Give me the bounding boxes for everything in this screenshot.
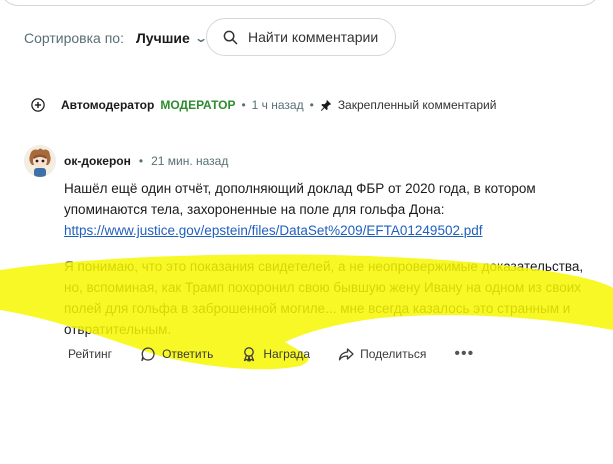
pin-icon bbox=[320, 99, 332, 111]
share-button[interactable]: Поделиться bbox=[338, 346, 426, 362]
avatar[interactable] bbox=[24, 145, 56, 177]
search-placeholder: Найти комментарии bbox=[248, 29, 379, 45]
comment-author[interactable]: ок-докерон bbox=[64, 154, 131, 168]
sort-control[interactable]: Сортировка по: Лучшие ⌄ bbox=[24, 20, 208, 56]
reply-label: Ответить bbox=[162, 347, 214, 361]
comment-header: ок-докерон • 21 мин. назад bbox=[24, 145, 228, 177]
award-label: Награда bbox=[263, 347, 311, 361]
share-icon bbox=[338, 348, 354, 361]
comment-time: 21 мин. назад bbox=[151, 154, 229, 168]
comment-actions: Рейтинг Ответить Награда Поделиться ••• bbox=[62, 342, 474, 366]
previous-container-edge bbox=[0, 0, 600, 6]
pinned-label: Закрепленный комментарий bbox=[337, 98, 497, 112]
comment-paragraph: Нашёл ещё один отчёт, дополняющий доклад… bbox=[64, 178, 604, 241]
expand-icon[interactable] bbox=[31, 98, 45, 112]
share-label: Поделиться bbox=[360, 347, 427, 361]
separator-dot: • bbox=[309, 98, 314, 112]
rating-control: Рейтинг bbox=[62, 347, 118, 361]
comment-icon bbox=[141, 347, 155, 362]
separator-dot: • bbox=[241, 98, 246, 112]
sort-value: Лучшие bbox=[135, 30, 190, 46]
pinned-comment-header: Автомодератор МОДЕРАТОР • 1 ч назад • За… bbox=[31, 95, 496, 115]
reply-button[interactable]: Ответить bbox=[140, 346, 213, 362]
award-icon bbox=[244, 347, 255, 362]
more-options-icon[interactable]: ••• bbox=[454, 345, 474, 363]
comment-body: Нашёл ещё один отчёт, дополняющий доклад… bbox=[64, 178, 604, 355]
separator-dot: • bbox=[138, 154, 144, 168]
award-button[interactable]: Награда bbox=[241, 346, 310, 362]
sort-label: Сортировка по: bbox=[24, 30, 124, 46]
document-link[interactable]: https://www.justice.gov/epstein/files/Da… bbox=[64, 223, 483, 238]
search-comments-button[interactable]: Найти комментарии bbox=[206, 18, 396, 56]
pinned-time: 1 ч назад bbox=[251, 98, 304, 112]
moderator-badge: МОДЕРАТОР bbox=[160, 98, 236, 112]
rating-label: Рейтинг bbox=[68, 347, 113, 361]
pinned-author[interactable]: Автомодератор bbox=[61, 98, 154, 112]
comment-paragraph-2: Я понимаю, что это показания свидетелей,… bbox=[64, 259, 584, 337]
sort-dropdown[interactable]: Лучшие ⌄ bbox=[135, 30, 208, 46]
comment-paragraph-1: Нашёл ещё один отчёт, дополняющий доклад… bbox=[64, 181, 536, 217]
search-icon bbox=[223, 30, 238, 44]
